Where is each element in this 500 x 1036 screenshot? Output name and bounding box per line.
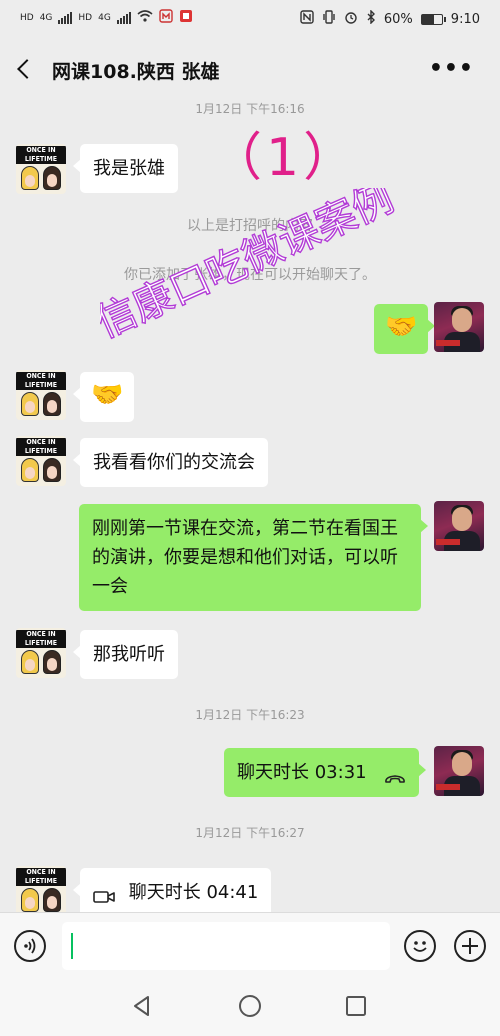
status-right: 60% 9:10 — [300, 9, 480, 28]
contact-avatar[interactable]: ONCE IN LIFETIME — [16, 144, 66, 194]
avatar-banner: ONCE IN LIFETIME — [16, 868, 66, 886]
carrier-hd-2: HD — [78, 12, 93, 23]
nav-home-icon[interactable] — [238, 994, 262, 1022]
incoming-message[interactable]: 🤝 — [72, 372, 135, 422]
alarm-icon — [344, 10, 358, 28]
chevron-left-icon[interactable] — [14, 56, 36, 82]
contact-avatar[interactable]: ONCE IN LIFETIME — [16, 370, 66, 420]
timestamp: 1月12日 下午16:23 — [195, 708, 305, 722]
text-cursor — [71, 933, 73, 959]
video-camera-icon — [93, 884, 115, 903]
news-notification-icon — [179, 9, 193, 26]
avatar-banner: ONCE IN LIFETIME — [16, 146, 66, 164]
contact-avatar[interactable]: ONCE IN LIFETIME — [16, 628, 66, 678]
avatar-banner: ONCE IN LIFETIME — [16, 438, 66, 456]
carrier-4g-2: 4G — [98, 12, 111, 23]
video-call-record[interactable]: 聊天时长 04:41 — [72, 868, 272, 912]
system-message: 以上是打招呼的内容 — [187, 218, 313, 234]
chat-title: 网课108.陕西 张雄 — [52, 61, 220, 83]
app-notification-icon — [159, 9, 173, 26]
carrier-hd-1: HD — [20, 12, 34, 23]
clock: 9:10 — [450, 11, 480, 27]
system-message: 你已添加了张雄，现在可以开始聊天了。 — [124, 267, 376, 283]
overlay-number: （1） — [210, 128, 360, 188]
avatar-banner: ONCE IN LIFETIME — [16, 630, 66, 648]
bluetooth-icon — [366, 9, 376, 28]
more-options-button[interactable]: ••• — [429, 56, 474, 81]
system-nav-bar — [0, 976, 500, 1036]
chat-header: 网课108.陕西 张雄 ••• — [0, 38, 500, 100]
incoming-message[interactable]: 我看看你们的交流会 — [73, 438, 268, 487]
input-bar — [0, 912, 500, 976]
avatar-banner: ONCE IN LIFETIME — [16, 372, 66, 390]
phone-hangup-icon — [384, 765, 406, 783]
battery-icon — [420, 13, 446, 25]
call-duration: 聊天时长 03:31 — [237, 762, 367, 783]
voice-icon[interactable] — [14, 930, 46, 962]
message-input[interactable] — [62, 922, 390, 970]
outgoing-message[interactable]: 刚刚第一节课在交流，第二节在看国王的演讲，你要是想和他们对话，可以听一会 — [79, 504, 428, 611]
vibrate-icon — [322, 10, 336, 28]
call-duration: 聊天时长 04:41 — [128, 882, 259, 903]
plus-icon[interactable] — [454, 930, 486, 962]
battery-percent: 60% — [383, 11, 413, 27]
handshake-emoji: 🤝 — [91, 380, 124, 410]
signal-area: HD 4G HD 4G — [20, 9, 193, 26]
chat-area[interactable]: 1月12日 下午16:16 ONCE IN LIFETIME 我是张雄 以上是打… — [0, 100, 500, 912]
incoming-message[interactable]: 我是张雄 — [73, 144, 178, 193]
outgoing-message[interactable]: 🤝 — [374, 304, 436, 354]
emoji-icon[interactable] — [404, 930, 436, 962]
contact-avatar[interactable]: ONCE IN LIFETIME — [16, 436, 66, 486]
wifi-icon — [137, 10, 153, 25]
nfc-icon — [300, 10, 314, 28]
signal-icon — [58, 11, 73, 24]
signal-icon-2 — [116, 11, 131, 24]
voice-call-record[interactable]: 聊天时长 03:31 — [224, 748, 427, 797]
incoming-message[interactable]: 那我听听 — [73, 630, 178, 679]
carrier-4g-1: 4G — [39, 12, 53, 23]
my-avatar[interactable] — [434, 501, 484, 551]
contact-avatar[interactable]: ONCE IN LIFETIME — [16, 866, 66, 912]
timestamp: 1月12日 下午16:27 — [195, 826, 305, 840]
status-bar: HD 4G HD 4G 60% 9:10 — [0, 0, 500, 38]
handshake-emoji: 🤝 — [385, 312, 418, 342]
nav-back-icon[interactable] — [130, 994, 154, 1022]
my-avatar[interactable] — [434, 746, 484, 796]
my-avatar[interactable] — [434, 302, 484, 352]
nav-recent-icon[interactable] — [344, 994, 368, 1022]
